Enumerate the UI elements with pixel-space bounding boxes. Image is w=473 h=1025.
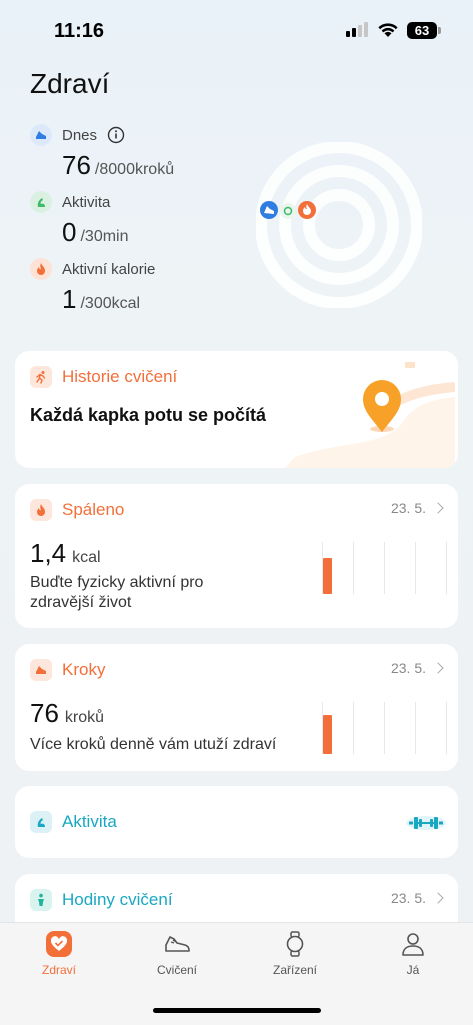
tab-health[interactable]: Zdraví (0, 931, 118, 977)
cellular-signal-icon (346, 22, 368, 37)
activity-rings[interactable] (256, 142, 422, 308)
person-icon (30, 889, 52, 911)
burned-value: 1,4 (30, 538, 67, 568)
calories-summary[interactable]: Aktivní kalorie 1 /300kcal (30, 258, 155, 315)
sneaker-icon (165, 936, 190, 952)
chart-column (384, 702, 415, 754)
steps-date: 23. 5. (390, 660, 444, 676)
burned-calories-card[interactable]: Spáleno 23. 5. 1,4 kcal Buďte fyzicky ak… (15, 484, 458, 628)
chart-column (415, 702, 447, 754)
tab-me-label: Já (406, 963, 420, 977)
steps-label: Dnes (62, 126, 98, 144)
activity-label: Aktivita (62, 193, 111, 211)
burned-date-text: 23. 5. (390, 500, 426, 516)
status-bar: 11:16 63 (0, 0, 473, 52)
history-subtitle: Každá kapka potu se počítá (30, 405, 267, 425)
calories-ring-dot (298, 201, 316, 219)
activity-card-title: Aktivita (62, 812, 117, 831)
burned-mini-chart (322, 542, 447, 594)
chart-column (353, 542, 384, 594)
battery-tip (438, 27, 441, 34)
chart-column (415, 542, 447, 594)
history-title: Historie cvičení (62, 367, 178, 386)
heart-icon (46, 931, 72, 957)
flame-icon (30, 499, 52, 521)
activity-summary[interactable]: Aktivita 0 /30min (30, 191, 129, 248)
burned-unit: kcal (72, 549, 101, 566)
arm-icon (30, 811, 52, 833)
status-time: 11:16 (54, 20, 105, 42)
activity-goal: /30min (80, 228, 129, 245)
chevron-right-icon (432, 502, 444, 514)
chart-column (384, 542, 415, 594)
watch-icon (286, 931, 304, 957)
chart-column (322, 542, 353, 594)
tab-health-label: Zdraví (41, 963, 76, 977)
steps-ring-dot (260, 201, 278, 219)
arm-icon (30, 191, 52, 213)
steps-goal: /8000kroků (94, 161, 175, 178)
wifi-icon (378, 23, 398, 37)
chart-column (353, 702, 384, 754)
tab-devices-label: Zařízení (272, 963, 317, 977)
steps-date-text: 23. 5. (390, 660, 426, 676)
shoe-icon (30, 124, 52, 146)
activity-value: 0 (62, 217, 77, 247)
info-icon[interactable] (107, 126, 125, 144)
activity-ring-dot (280, 203, 296, 219)
activity-card[interactable]: Aktivita (15, 786, 458, 858)
flame-icon (30, 258, 52, 280)
calories-goal: /300kcal (80, 295, 141, 312)
steps-card-unit: kroků (64, 709, 105, 726)
tab-devices[interactable]: Zařízení (236, 931, 354, 977)
exercise-history-card[interactable]: Historie cvičení Každá kapka potu se poč… (15, 351, 458, 468)
steps-mini-chart (322, 702, 447, 754)
chevron-right-icon (432, 662, 444, 674)
steps-summary[interactable]: Dnes 76 /8000kroků (30, 124, 174, 181)
map-pin-illustration (285, 362, 455, 468)
running-icon (30, 366, 52, 388)
steps-description: Více kroků denně vám utuží zdraví (30, 736, 277, 753)
burned-desc-line1: Buďte fyzicky aktivní pro (30, 574, 204, 591)
steps-card-value: 76 (30, 698, 59, 728)
burned-bar (323, 557, 332, 594)
chart-column (322, 702, 353, 754)
chevron-right-icon (432, 892, 444, 904)
steps-value: 76 (62, 150, 91, 180)
user-icon (402, 933, 424, 956)
exercise-hours-date: 23. 5. (390, 890, 444, 906)
exercise-hours-title: Hodiny cvičení (62, 890, 173, 909)
battery-level: 63 (414, 23, 430, 38)
burned-date: 23. 5. (390, 500, 444, 516)
tab-exercise[interactable]: Cvičení (118, 931, 236, 977)
calories-label: Aktivní kalorie (62, 260, 156, 278)
battery-icon: 63 (407, 22, 437, 39)
burned-desc-line2: zdravější život (30, 594, 132, 611)
home-indicator (153, 1008, 321, 1013)
page-title: Zdraví (30, 68, 110, 99)
dumbbell-icon (406, 816, 446, 830)
calories-value: 1 (62, 284, 77, 314)
burned-description: Buďte fyzicky aktivní pro zdravější živo… (30, 573, 203, 613)
tab-exercise-label: Cvičení (156, 963, 197, 977)
steps-card[interactable]: Kroky 23. 5. 76 kroků Více kroků denně v… (15, 644, 458, 771)
burned-title: Spáleno (62, 500, 125, 519)
tab-me[interactable]: Já (354, 931, 472, 977)
shoe-icon (30, 659, 52, 681)
exercise-hours-date-text: 23. 5. (390, 890, 426, 906)
steps-card-title: Kroky (62, 660, 106, 679)
steps-bar (323, 715, 332, 754)
